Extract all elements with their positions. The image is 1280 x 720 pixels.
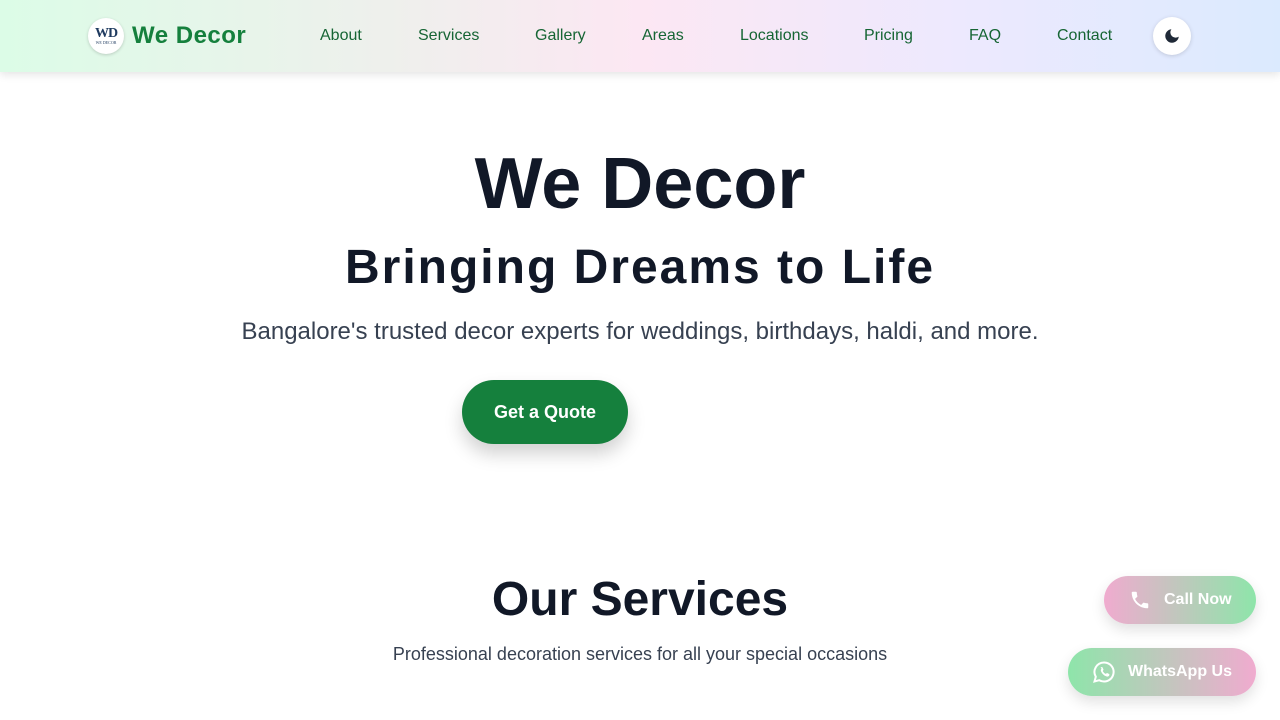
whatsapp-button[interactable]: WhatsApp Us bbox=[1068, 648, 1256, 696]
theme-toggle-button[interactable] bbox=[1153, 17, 1191, 55]
nav-link-contact[interactable]: Contact bbox=[1057, 26, 1112, 46]
phone-icon bbox=[1128, 588, 1152, 612]
nav-link-about[interactable]: About bbox=[320, 26, 362, 46]
brand[interactable]: WD WE DECOR We Decor bbox=[88, 18, 246, 54]
services-title: Our Services bbox=[491, 573, 789, 626]
brand-name: We Decor bbox=[132, 22, 247, 49]
whatsapp-icon bbox=[1092, 660, 1116, 684]
nav-link-gallery[interactable]: Gallery bbox=[535, 26, 586, 46]
call-now-label: Call Now bbox=[1164, 591, 1232, 608]
hero-title: We Decor bbox=[474, 144, 806, 224]
whatsapp-label: WhatsApp Us bbox=[1128, 663, 1232, 680]
moon-icon bbox=[1165, 29, 1179, 43]
hero-subtitle: Bringing Dreams to Life bbox=[344, 241, 936, 294]
logo-monogram: WD bbox=[94, 25, 118, 41]
logo-subtext: WE DECOR bbox=[95, 39, 117, 45]
nav-link-services[interactable]: Services bbox=[418, 26, 479, 46]
navbar: WD WE DECOR We Decor About Services Gall… bbox=[0, 0, 1280, 72]
hero-description: Bangalore's trusted decor experts for we… bbox=[241, 318, 1039, 345]
nav-link-pricing[interactable]: Pricing bbox=[864, 26, 913, 46]
brand-logo: WD WE DECOR bbox=[88, 18, 124, 54]
get-quote-button[interactable]: Get a Quote bbox=[462, 380, 628, 444]
call-now-button[interactable]: Call Now bbox=[1104, 576, 1256, 624]
nav-link-areas[interactable]: Areas bbox=[642, 26, 684, 46]
nav-link-locations[interactable]: Locations bbox=[740, 26, 809, 46]
nav-link-faq[interactable]: FAQ bbox=[969, 26, 1001, 46]
